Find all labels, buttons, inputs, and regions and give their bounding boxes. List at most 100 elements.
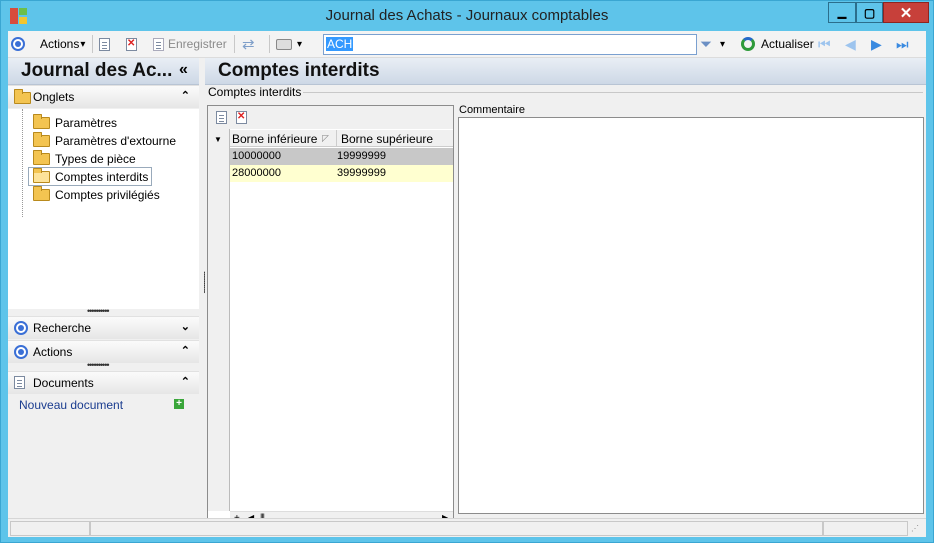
refresh-button[interactable]: Actualiser: [741, 34, 814, 54]
filter-button[interactable]: ⏷ ▾: [700, 34, 725, 54]
first-record-icon: ⏮: [818, 36, 831, 52]
new-document-link[interactable]: Nouveau document: [19, 398, 123, 412]
status-bar: ⋰: [8, 518, 926, 537]
delete-icon: [126, 37, 137, 51]
resize-grip-icon[interactable]: ⋰: [911, 524, 919, 533]
chevron-up-icon: ⌃: [180, 376, 190, 388]
document-icon: [14, 376, 25, 389]
accounts-grid: ▼ Borne inférieure ◸ Borne supérieure 10…: [207, 105, 454, 533]
close-icon: ✕: [899, 4, 913, 22]
save-icon: [153, 37, 164, 51]
maximize-button[interactable]: ▢: [856, 2, 883, 23]
row-indicator-icon: ▼: [214, 135, 222, 144]
tree-item-comptes-interdits[interactable]: Comptes interdits: [27, 167, 153, 186]
column-header-upper-bound[interactable]: Borne supérieure: [341, 132, 433, 146]
actions-menu-button[interactable]: Actions ▾: [40, 34, 85, 54]
open-folder-icon: [33, 167, 50, 183]
next-record-button[interactable]: ▶: [871, 36, 882, 53]
group-label: Comptes interdits: [208, 85, 304, 99]
actions-menu-label: Actions: [40, 37, 80, 51]
circle-menu-icon: [11, 37, 25, 51]
application-window: Journal des Achats - Journaux comptables…: [0, 0, 934, 543]
left-panel-title: Journal des Ac...: [21, 60, 173, 81]
previous-record-button[interactable]: ◀: [845, 36, 856, 53]
printer-icon: [276, 38, 292, 50]
next-record-icon: ▶: [871, 36, 882, 52]
menu-circle-button[interactable]: [11, 34, 25, 54]
group-divider: [301, 92, 923, 93]
delete-row-icon[interactable]: [236, 111, 247, 124]
page-title: Comptes interdits: [218, 60, 380, 81]
row-selector-column: ▼: [208, 129, 230, 511]
first-record-button[interactable]: ⏮: [818, 36, 831, 53]
tree-item-label: Comptes privilégiés: [55, 187, 160, 202]
cell-upper-bound: 39999999: [337, 167, 386, 179]
minimize-button[interactable]: ▁: [828, 2, 856, 23]
close-button[interactable]: ✕: [883, 2, 929, 23]
tree-item-label: Types de pièce: [55, 151, 136, 166]
last-record-button[interactable]: ⏭: [896, 36, 909, 53]
title-bar[interactable]: Journal des Achats - Journaux comptables…: [1, 1, 933, 31]
last-record-icon: ⏭: [896, 36, 909, 52]
documents-section-header[interactable]: Documents ⌃: [8, 371, 199, 394]
grid-toolbar: [208, 106, 453, 129]
tree-item-label: Paramètres d'extourne: [55, 133, 177, 148]
minimize-icon: ▁: [837, 7, 847, 19]
column-header-lower-bound[interactable]: Borne inférieure: [232, 132, 317, 146]
search-input-value: ACH: [326, 37, 354, 51]
main-panel: Comptes interdits Comptes interdits ▼ Bo…: [205, 58, 926, 537]
tree-item-label: Comptes interdits: [55, 169, 149, 184]
save-button-label: Enregistrer: [168, 37, 227, 51]
tree-item-label: Paramètres: [55, 115, 118, 130]
new-document-icon: [99, 37, 110, 51]
refresh-icon: [741, 37, 755, 51]
folder-icon: [14, 89, 31, 104]
add-row-icon[interactable]: [216, 111, 227, 124]
refresh-button-label: Actualiser: [761, 37, 814, 51]
cell-lower-bound: 28000000: [232, 167, 281, 179]
cell-upper-bound: 19999999: [337, 150, 386, 162]
comment-label: Commentaire: [459, 104, 526, 116]
left-panel: Journal des Ac... « Onglets ⌃ Paramètres…: [8, 58, 199, 537]
client-area: Actions ▾ Enregistrer ⇄ ▾ ACH ⏷ ▾: [8, 31, 926, 537]
table-row[interactable]: 28000000 39999999: [230, 165, 453, 182]
delete-record-button[interactable]: [126, 34, 137, 54]
tree-item-types-piece[interactable]: Types de pièce: [29, 149, 136, 167]
status-cell: [10, 521, 90, 536]
collapse-panel-button[interactable]: «: [179, 61, 188, 79]
actions-section-icon: [14, 345, 28, 359]
status-cell: [823, 521, 908, 536]
toolbar: Actions ▾ Enregistrer ⇄ ▾ ACH ⏷ ▾: [8, 31, 926, 58]
search-section-header[interactable]: Recherche ⌄: [8, 316, 199, 339]
chevron-down-icon: ⌄: [180, 321, 190, 333]
splitter-grip[interactable]: ••••••••••: [87, 360, 109, 370]
filter-icon: ⏷: [700, 35, 713, 53]
comment-textarea[interactable]: [458, 117, 924, 514]
sync-button[interactable]: ⇄: [242, 34, 255, 54]
chevron-down-icon: ▾: [720, 38, 726, 50]
new-record-button[interactable]: [99, 34, 110, 54]
splitter-grip[interactable]: ••••••••••: [87, 306, 109, 316]
print-button[interactable]: ▾: [276, 34, 302, 54]
tabs-section-header[interactable]: Onglets ⌃: [8, 85, 199, 108]
window-title: Journal des Achats - Journaux comptables: [325, 7, 609, 24]
main-header: Comptes interdits: [205, 58, 926, 85]
toolbar-divider: [92, 35, 93, 53]
search-section-icon: [14, 321, 28, 335]
search-section-label: Recherche: [33, 321, 92, 335]
tree-item-parametres-extourne[interactable]: Paramètres d'extourne: [29, 131, 177, 149]
folder-icon: [33, 113, 50, 129]
search-input[interactable]: ACH: [323, 34, 697, 55]
chevron-up-icon: ⌃: [180, 345, 190, 357]
table-row[interactable]: 10000000 19999999: [230, 148, 453, 165]
save-button[interactable]: Enregistrer: [153, 34, 227, 54]
tree-item-comptes-privilegies[interactable]: Comptes privilégiés: [29, 185, 160, 203]
left-panel-header: Journal des Ac... «: [8, 58, 199, 85]
tree-item-parametres[interactable]: Paramètres: [29, 113, 118, 131]
add-document-icon[interactable]: +: [174, 399, 184, 409]
tree-line: [22, 109, 23, 217]
tabs-section-label: Onglets: [33, 90, 75, 104]
toolbar-divider: [234, 35, 235, 53]
status-cell: [90, 521, 823, 536]
chevron-up-icon: ⌃: [180, 90, 190, 102]
